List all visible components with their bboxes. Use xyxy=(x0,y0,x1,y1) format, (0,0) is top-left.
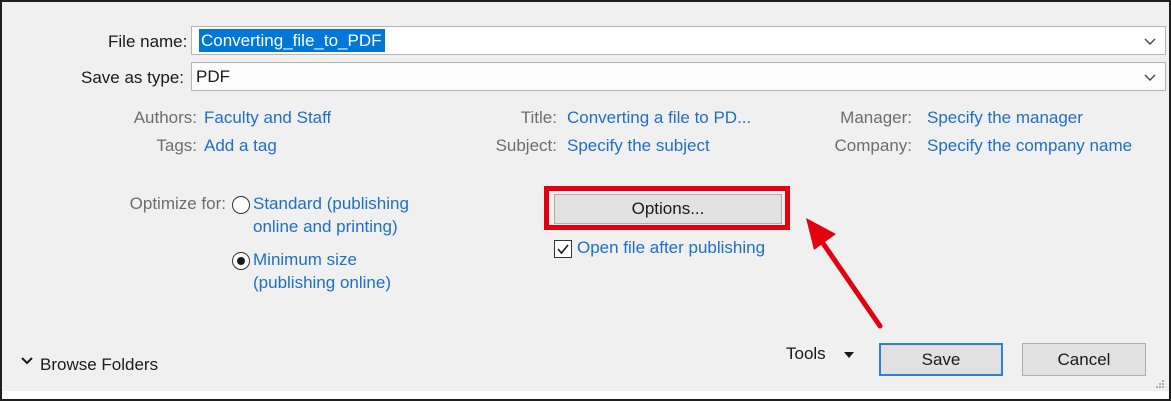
authors-label: Authors: xyxy=(133,108,197,127)
subject-link[interactable]: Specify the subject xyxy=(567,136,710,156)
browse-folders-link[interactable]: Browse Folders xyxy=(40,355,158,375)
manager-link[interactable]: Specify the manager xyxy=(927,108,1083,128)
tags-link[interactable]: Add a tag xyxy=(204,136,277,156)
chevron-down-icon[interactable] xyxy=(1143,70,1157,84)
window-bottom-edge xyxy=(2,391,1169,399)
save-button[interactable]: Save xyxy=(879,343,1003,376)
browse-folders-toggle[interactable] xyxy=(20,354,34,368)
company-label: Company: xyxy=(834,136,912,155)
tags-label: Tags: xyxy=(156,136,197,155)
save-as-type-select[interactable]: PDF xyxy=(191,62,1166,91)
authors-link[interactable]: Faculty and Staff xyxy=(204,108,331,128)
file-name-value: Converting_file_to_PDF xyxy=(199,29,386,52)
tools-menu[interactable]: Tools xyxy=(786,344,826,364)
caret-down-icon[interactable] xyxy=(844,352,854,358)
title-label: Title: xyxy=(520,108,557,127)
radio-standard[interactable] xyxy=(232,196,250,214)
title-link[interactable]: Converting a file to PD... xyxy=(567,108,751,128)
radio-minimum-size[interactable] xyxy=(232,252,250,270)
radio-selected-dot xyxy=(236,256,245,265)
chevron-down-icon[interactable] xyxy=(1143,34,1157,48)
highlight-annotation-box xyxy=(544,186,790,230)
cancel-button[interactable]: Cancel xyxy=(1022,343,1146,376)
open-after-publishing-checkbox[interactable] xyxy=(554,240,572,258)
manager-label: Manager: xyxy=(840,108,912,127)
file-name-input[interactable]: Converting_file_to_PDF xyxy=(191,26,1166,55)
subject-label: Subject: xyxy=(495,136,557,155)
save-as-dialog: File name: Converting_file_to_PDF Save a… xyxy=(0,0,1171,401)
company-link[interactable]: Specify the company name xyxy=(927,136,1132,156)
radio-standard-label[interactable]: Standard (publishing online and printing… xyxy=(253,192,409,238)
resize-grip-icon[interactable] xyxy=(1155,379,1165,389)
checkmark-icon xyxy=(557,244,569,255)
optimize-for-label: Optimize for: xyxy=(129,194,226,213)
file-name-label: File name: xyxy=(108,32,188,51)
red-arrow-icon xyxy=(806,218,883,329)
save-as-type-label: Save as type: xyxy=(81,68,185,87)
chevron-down-icon xyxy=(21,357,33,365)
open-after-publishing-label[interactable]: Open file after publishing xyxy=(577,238,765,258)
save-as-type-value: PDF xyxy=(196,67,230,86)
radio-minimum-size-label[interactable]: Minimum size (publishing online) xyxy=(253,248,391,294)
